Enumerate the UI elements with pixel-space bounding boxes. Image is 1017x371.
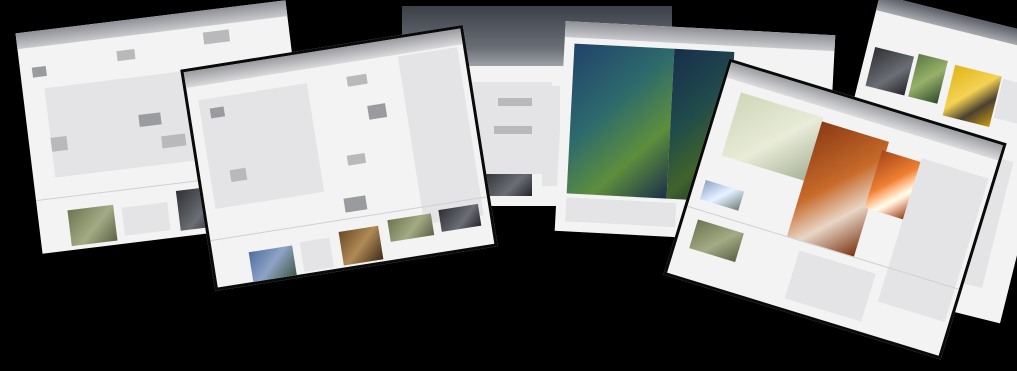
content-panel: [44, 70, 205, 178]
list-icon: [343, 195, 368, 213]
image-thumbnail: [482, 174, 532, 196]
nav-item: [116, 49, 136, 62]
image-thumbnail: [699, 179, 745, 211]
list-icon: [229, 167, 248, 183]
image-thumbnail: [865, 46, 914, 96]
text-block: [299, 237, 335, 272]
image-thumbnail: [67, 204, 118, 247]
window-titlebar: [15, 0, 288, 50]
text-line: [494, 126, 532, 134]
list-icon: [346, 152, 367, 166]
image-thumbnail: [387, 213, 435, 242]
image-thumbnail: [438, 203, 482, 232]
text-block: [784, 250, 876, 322]
nav-item: [202, 29, 231, 45]
nav-item: [346, 73, 368, 87]
image-thumbnail: [248, 245, 297, 282]
text-block: [121, 202, 171, 236]
image-thumbnail: [908, 53, 948, 104]
list-icon: [367, 103, 388, 120]
hero-image: [566, 43, 675, 199]
image-thumbnail: [338, 225, 384, 266]
window-titlebar: [876, 0, 1017, 58]
text-line: [498, 98, 532, 106]
toolbar-icon: [31, 65, 47, 78]
content-panel: [198, 83, 325, 209]
list-icon: [50, 135, 69, 152]
caption: [565, 197, 677, 228]
image-thumbnail: [689, 219, 744, 263]
window-thumbnail-2[interactable]: [180, 25, 498, 291]
window-switcher: [0, 0, 1017, 371]
